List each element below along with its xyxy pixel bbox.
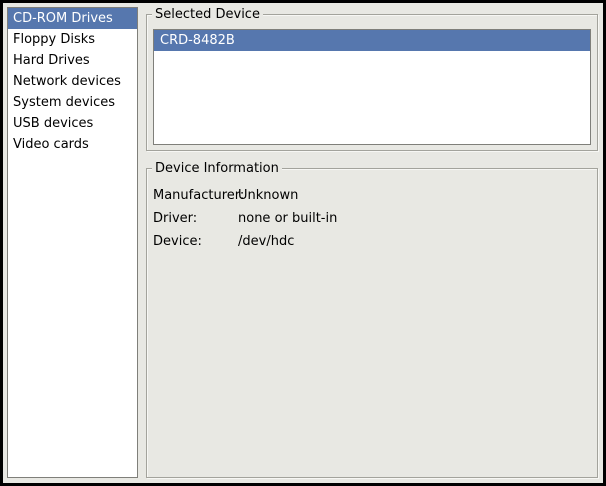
selected-device-group-title: Selected Device bbox=[152, 6, 263, 23]
driver-value: none or built-in bbox=[238, 207, 591, 230]
selected-device-list[interactable]: CRD-8482B bbox=[153, 29, 591, 145]
device-list-item[interactable]: CRD-8482B bbox=[154, 30, 590, 51]
sidebar-item-floppy-disks[interactable]: Floppy Disks bbox=[8, 29, 137, 50]
sidebar-item-video-cards[interactable]: Video cards bbox=[8, 134, 137, 155]
selected-device-group: Selected Device CRD-8482B bbox=[146, 14, 598, 151]
sidebar-item-network-devices[interactable]: Network devices bbox=[8, 71, 137, 92]
sidebar-item-system-devices[interactable]: System devices bbox=[8, 92, 137, 113]
device-label: Device: bbox=[153, 230, 238, 253]
hardware-browser-window: CD-ROM Drives Floppy Disks Hard Drives N… bbox=[0, 0, 606, 486]
device-information-group: Device Information Manufacturer: Unknown… bbox=[146, 168, 598, 478]
device-category-list[interactable]: CD-ROM Drives Floppy Disks Hard Drives N… bbox=[7, 7, 138, 478]
device-value: /dev/hdc bbox=[238, 230, 591, 253]
sidebar-item-cdrom-drives[interactable]: CD-ROM Drives bbox=[8, 8, 137, 29]
manufacturer-label: Manufacturer: bbox=[153, 184, 238, 207]
device-information-fields: Manufacturer: Unknown Driver: none or bu… bbox=[153, 184, 591, 253]
sidebar-item-usb-devices[interactable]: USB devices bbox=[8, 113, 137, 134]
manufacturer-value: Unknown bbox=[238, 184, 591, 207]
sidebar-item-hard-drives[interactable]: Hard Drives bbox=[8, 50, 137, 71]
driver-label: Driver: bbox=[153, 207, 238, 230]
device-information-group-title: Device Information bbox=[152, 160, 282, 177]
